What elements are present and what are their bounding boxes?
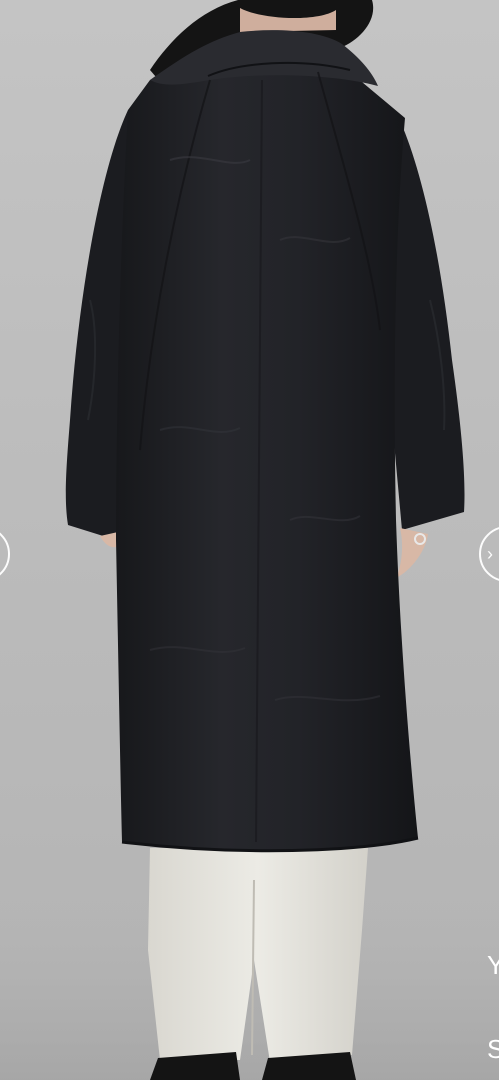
chevron-right-icon: › xyxy=(487,543,493,564)
cropped-side-text-top: Y xyxy=(487,950,499,980)
product-photo xyxy=(0,0,499,1080)
product-image-viewer: ‹ › Y S xyxy=(0,0,499,1080)
cropped-side-text-bottom: S xyxy=(487,1034,499,1064)
coat-body xyxy=(116,66,418,851)
